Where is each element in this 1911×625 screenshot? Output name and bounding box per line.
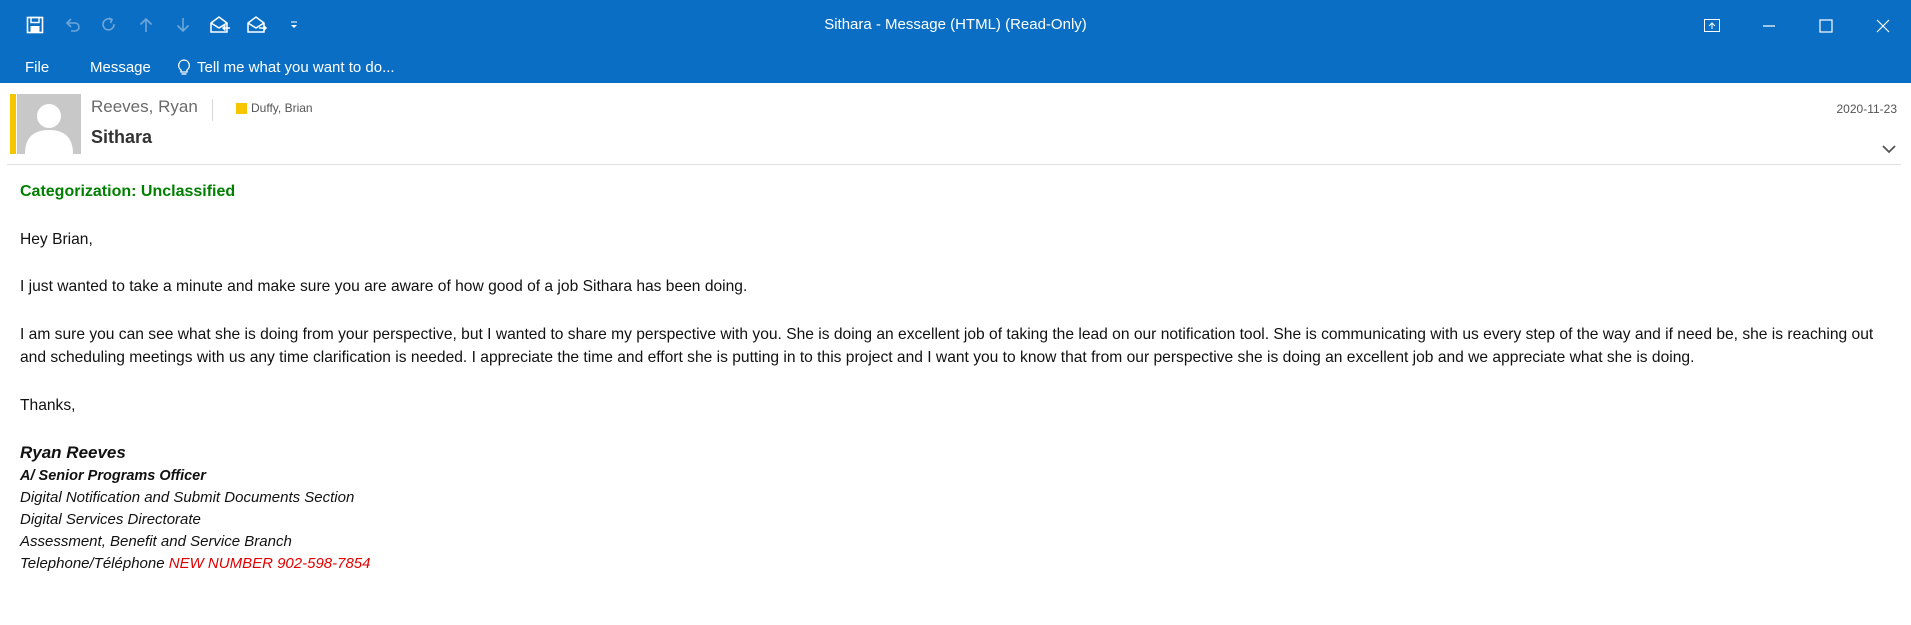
tell-me-search[interactable]: Tell me what you want to do... xyxy=(177,54,395,81)
signature-title: A/ Senior Programs Officer xyxy=(20,467,206,484)
expand-header-button[interactable] xyxy=(1881,139,1897,158)
recipient[interactable]: Duffy, Brian xyxy=(236,101,313,115)
minimize-icon xyxy=(1762,25,1775,27)
category-square-icon xyxy=(236,102,247,114)
ribbon-tabs: File Message Tell me what you want to do… xyxy=(0,52,1911,83)
recipient-name: Duffy, Brian xyxy=(251,101,313,115)
minimize-button[interactable] xyxy=(1740,0,1797,52)
closing: Thanks, xyxy=(20,396,76,414)
person-icon xyxy=(25,104,73,154)
message-date: 2020-11-23 xyxy=(1836,102,1898,116)
categorization-label: Categorization: Unclassified xyxy=(20,183,236,200)
signature-section: Digital Notification and Submit Document… xyxy=(20,488,355,506)
body-paragraph-1: I just wanted to take a minute and make … xyxy=(20,278,748,295)
ribbon-display-icon xyxy=(1703,19,1720,32)
header-divider xyxy=(212,99,213,121)
tab-message[interactable]: Message xyxy=(90,54,151,81)
message-header: Reeves, Ryan Duffy, Brian Sithara 2020-1… xyxy=(7,83,1901,165)
signature-name: Ryan Reeves xyxy=(20,443,126,462)
signature-directorate: Digital Services Directorate xyxy=(20,510,201,528)
phone-label: Telephone/Téléphone xyxy=(20,554,165,572)
phone-number[interactable]: NEW NUMBER 902-598-7854 xyxy=(169,555,371,572)
title-bar: Sithara - Message (HTML) (Read-Only) xyxy=(0,0,1911,52)
message-body: Categorization: Unclassified Hey Brian, … xyxy=(20,180,1890,575)
lightbulb-icon xyxy=(178,59,190,75)
message-subject: Sithara xyxy=(91,127,153,147)
greeting: Hey Brian, xyxy=(20,230,93,248)
ribbon-display-options-button[interactable] xyxy=(1683,0,1740,52)
close-icon xyxy=(1876,19,1889,33)
maximize-button[interactable] xyxy=(1797,0,1854,52)
category-color-bar xyxy=(10,94,16,154)
chevron-down-icon xyxy=(1882,145,1896,154)
sender-name[interactable]: Reeves, Ryan xyxy=(91,97,198,117)
signature-phone: Telephone/Téléphone NEW NUMBER 902-598-7… xyxy=(20,553,1890,575)
close-button[interactable] xyxy=(1854,0,1911,52)
signature: Ryan Reeves A/ Senior Programs Officer D… xyxy=(20,441,1890,575)
window-title: Sithara - Message (HTML) (Read-Only) xyxy=(824,16,1087,33)
body-paragraph-2: I am sure you can see what she is doing … xyxy=(20,325,1874,367)
maximize-icon xyxy=(1818,19,1833,33)
signature-branch: Assessment, Benefit and Service Branch xyxy=(20,532,292,550)
avatar[interactable] xyxy=(17,94,81,154)
tell-me-placeholder: Tell me what you want to do... xyxy=(197,59,395,76)
window-controls xyxy=(1683,0,1911,52)
tab-file[interactable]: File xyxy=(25,54,49,81)
